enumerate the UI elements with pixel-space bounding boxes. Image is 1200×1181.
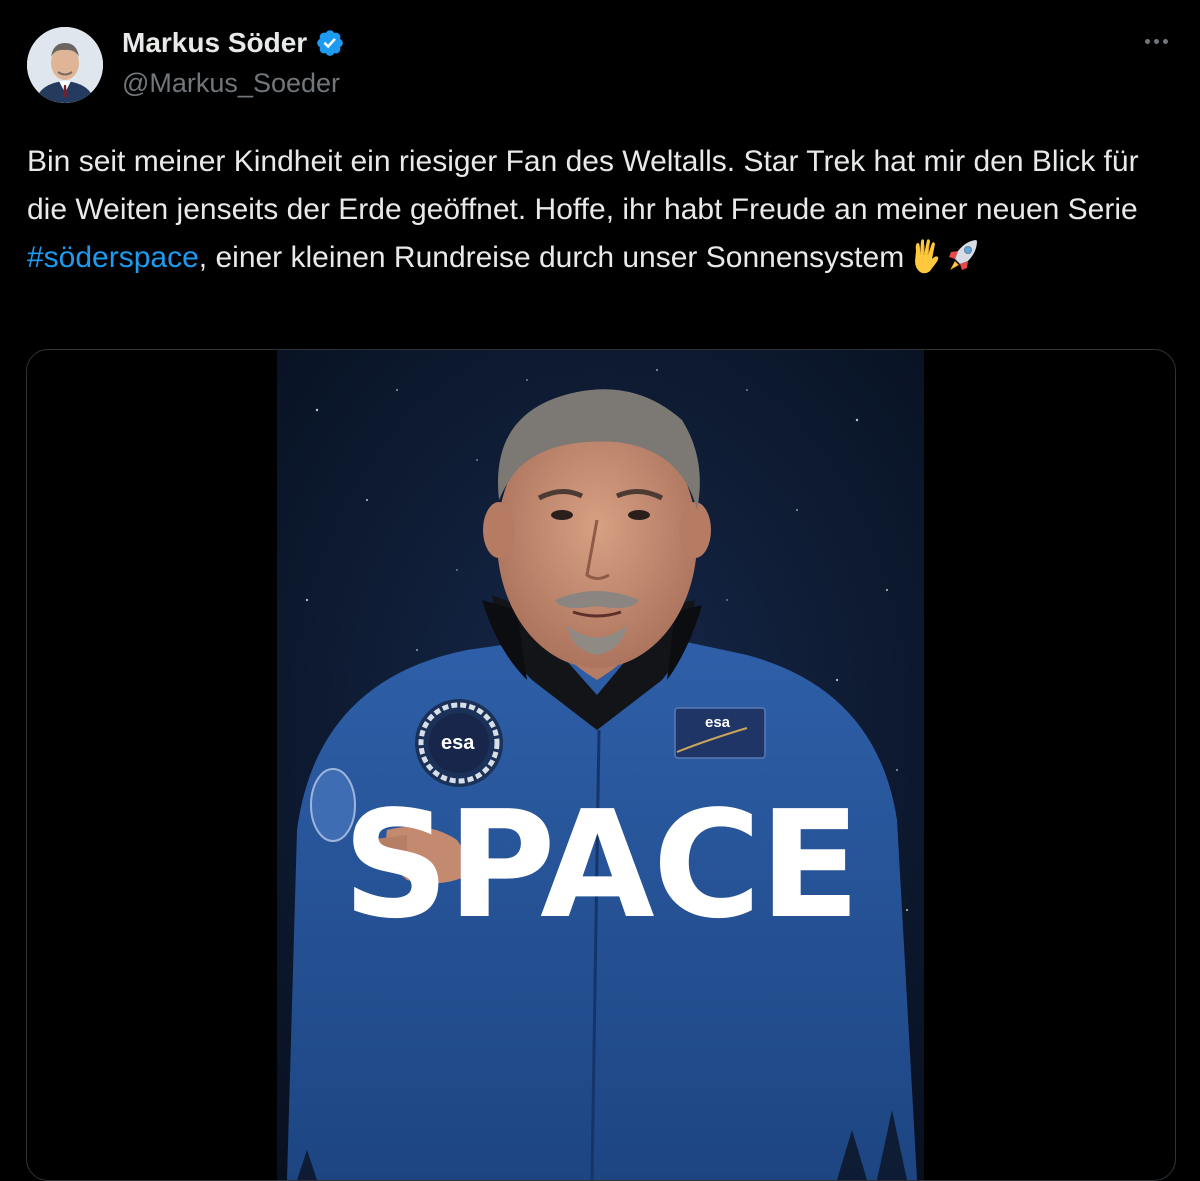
more-options-icon[interactable]: [1138, 28, 1174, 54]
avatar[interactable]: [27, 27, 103, 103]
tweet: Markus Söder @Markus_Soeder Bin seit mei…: [0, 0, 1200, 1181]
video-thumbnail[interactable]: esa esa SPACE: [277, 350, 924, 1180]
tweet-text: Bin seit meiner Kindheit ein riesiger Fa…: [27, 138, 1177, 282]
video-scene: [277, 350, 924, 1180]
media-container[interactable]: esa esa SPACE: [26, 349, 1176, 1181]
emoji-group: [908, 237, 980, 275]
esa-name-tag-logo: esa: [705, 714, 731, 731]
video-overlay-title: SPACE: [342, 779, 861, 951]
display-name[interactable]: Markus Söder: [122, 26, 307, 60]
name-row: Markus Söder: [122, 26, 345, 60]
vulcan-salute-emoji: [915, 239, 939, 274]
tweet-text-before-hashtag: Bin seit meiner Kindheit ein riesiger Fa…: [27, 145, 1139, 226]
avatar-image: [27, 27, 103, 103]
tweet-text-after-hashtag: , einer kleinen Rundreise durch unser So…: [198, 241, 905, 274]
user-handle[interactable]: @Markus_Soeder: [122, 66, 340, 100]
hashtag-link[interactable]: #söderspace: [27, 241, 199, 274]
rocket-emoji: [949, 240, 978, 270]
verified-badge-icon[interactable]: [315, 28, 345, 58]
esa-patch-label: esa: [441, 732, 475, 754]
